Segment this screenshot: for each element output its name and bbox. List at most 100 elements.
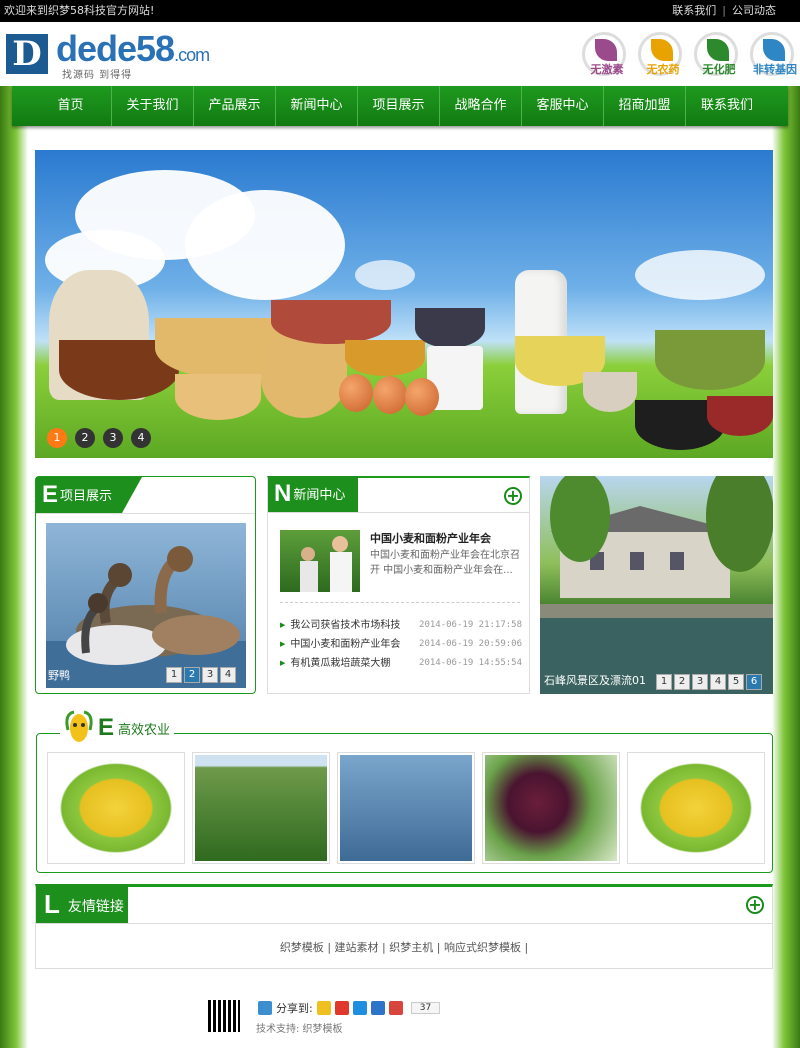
project-page-2[interactable]: 2 — [184, 667, 200, 683]
nav-service[interactable]: 客服中心 — [522, 86, 604, 126]
tech-support[interactable]: 技术支持: 织梦模板 — [256, 1020, 343, 1035]
project-title-text: 项目展示 — [60, 489, 113, 504]
corn-mascot-icon — [65, 710, 93, 742]
qzone-share-icon[interactable] — [316, 1001, 331, 1015]
project-pagination: 1 2 3 4 — [166, 667, 236, 683]
friend-link[interactable]: 织梦主机 — [389, 941, 433, 954]
scenic-page-3[interactable]: 3 — [692, 674, 708, 690]
badge-label: 无化肥 — [702, 63, 736, 76]
agri-photo-millet-2[interactable] — [627, 752, 765, 864]
top-link-contact[interactable]: 联系我们 — [672, 0, 716, 22]
leaf-icon — [763, 39, 785, 61]
project-panel: E 项目展示 野鸭 1 2 3 4 — [35, 476, 256, 694]
cloud — [355, 260, 415, 290]
agri-photo-field[interactable] — [192, 752, 330, 864]
scenic-page-4[interactable]: 4 — [710, 674, 726, 690]
site-header: D dede58.com 找源码 到得得 无激素 无农药 无化肥 非转基因 — [0, 22, 800, 86]
link-separator: | — [382, 941, 386, 954]
efficient-agriculture-panel — [36, 733, 773, 873]
banner-dot-2[interactable]: 2 — [75, 428, 95, 448]
agri-photo-millet-1[interactable] — [47, 752, 185, 864]
renren-share-icon[interactable] — [370, 1001, 385, 1015]
scenic-page-1[interactable]: 1 — [656, 674, 672, 690]
project-caption: 野鸭 — [48, 669, 70, 682]
news-item-title[interactable]: 我公司获省技术市场科技 — [280, 616, 400, 635]
feature-badges: 无激素 无农药 无化肥 非转基因 — [582, 32, 797, 76]
egg — [373, 376, 407, 414]
bamboo-steamer — [261, 340, 347, 418]
banner-dot-3[interactable]: 3 — [103, 428, 123, 448]
nav-news[interactable]: 新闻中心 — [276, 86, 358, 126]
nav-franchise[interactable]: 招商加盟 — [604, 86, 686, 126]
project-page-3[interactable]: 3 — [202, 667, 218, 683]
logo-domain: .com — [174, 45, 210, 65]
banner-dot-4[interactable]: 4 — [131, 428, 151, 448]
nav-home[interactable]: 首页 — [30, 86, 112, 126]
badge-label: 无农药 — [646, 63, 680, 76]
friend-links-list: 织梦模板 | 建站素材 | 织梦主机 | 响应式织梦模板 | — [36, 939, 772, 955]
weibo-share-icon[interactable] — [334, 1001, 349, 1015]
share-label: 分享到: — [276, 1002, 313, 1015]
nav-partners[interactable]: 战略合作 — [440, 86, 522, 126]
title-tab-edge — [122, 477, 142, 513]
share-bar: 分享到: 37 — [258, 1000, 441, 1016]
friend-link[interactable]: 响应式织梦模板 — [444, 941, 521, 954]
friend-links-title: L 友情链接 — [36, 884, 128, 924]
news-item-date: 2014-06-19 20:59:06 — [419, 639, 522, 649]
news-more-plus-icon[interactable]: + — [504, 487, 522, 505]
netease-share-icon[interactable] — [388, 1001, 403, 1015]
badge-no-hormone: 无激素 — [582, 32, 626, 76]
friend-link[interactable]: 织梦模板 — [280, 941, 324, 954]
share-count: 37 — [410, 1002, 441, 1014]
news-headline[interactable]: 中国小麦和面粉产业年会 — [370, 530, 491, 546]
hero-banner[interactable]: 1 2 3 4 — [35, 150, 773, 458]
egg — [339, 374, 373, 412]
news-title-text: 新闻中心 — [293, 488, 346, 503]
leaf-icon — [651, 39, 673, 61]
tencent-weibo-share-icon[interactable] — [352, 1001, 367, 1015]
nav-about[interactable]: 关于我们 — [112, 86, 194, 126]
project-page-1[interactable]: 1 — [166, 667, 182, 683]
news-panel: N 新闻中心 + 中国小麦和面粉产业年会 中国小麦和面粉产业年会在北京召开 中国小… — [267, 476, 530, 694]
links-more-plus-icon[interactable]: + — [746, 896, 764, 914]
agri-photo-grapes[interactable] — [482, 752, 620, 864]
scenic-slideshow[interactable]: 石峰风景区及漂流01 1 2 3 4 5 6 — [540, 476, 773, 694]
scenic-page-6[interactable]: 6 — [746, 674, 762, 690]
scenic-page-2[interactable]: 2 — [674, 674, 690, 690]
efficient-title-text: 高效农业 — [118, 722, 171, 738]
egg — [405, 378, 439, 416]
logo-text: dede58.com — [56, 28, 210, 70]
nav-products[interactable]: 产品展示 — [194, 86, 276, 126]
divider — [36, 923, 772, 924]
project-image[interactable] — [46, 523, 246, 688]
bean-bowl — [271, 300, 391, 344]
efficient-agriculture-title: E 高效农业 — [60, 708, 175, 748]
news-thumbnail[interactable] — [280, 530, 360, 592]
divider — [36, 513, 255, 514]
nav-projects[interactable]: 项目展示 — [358, 86, 440, 126]
people-illustration — [300, 536, 352, 592]
top-link-news[interactable]: 公司动态 — [732, 0, 776, 22]
news-item-title[interactable]: 中国小麦和面粉产业年会 — [280, 635, 400, 654]
share-plus-icon[interactable] — [258, 1001, 272, 1015]
news-item: 有机黄瓜栽培蔬菜大棚 2014-06-19 14:55:54 — [280, 654, 522, 673]
news-item-title[interactable]: 有机黄瓜栽培蔬菜大棚 — [280, 654, 390, 673]
badge-no-pesticide: 无农药 — [638, 32, 682, 76]
agri-photo-ducks[interactable] — [337, 752, 475, 864]
banner-dot-1[interactable]: 1 — [47, 428, 67, 448]
links-letter: L — [44, 889, 60, 919]
nav-contact[interactable]: 联系我们 — [686, 86, 768, 126]
corn-pile — [345, 340, 425, 376]
scenic-page-5[interactable]: 5 — [728, 674, 744, 690]
friend-link[interactable]: 建站素材 — [335, 941, 379, 954]
link-separator: | — [327, 941, 332, 954]
rice-bowl — [583, 372, 637, 412]
site-logo[interactable]: D dede58.com 找源码 到得得 — [6, 28, 236, 81]
news-summary: 中国小麦和面粉产业年会在北京召开 中国小麦和面粉产业年会在... — [370, 550, 520, 576]
divider — [268, 512, 529, 513]
project-page-4[interactable]: 4 — [220, 667, 236, 683]
qr-code-icon — [208, 1000, 240, 1032]
millet-bowl — [175, 374, 261, 420]
news-divider — [280, 602, 520, 603]
leaf-icon — [707, 39, 729, 61]
